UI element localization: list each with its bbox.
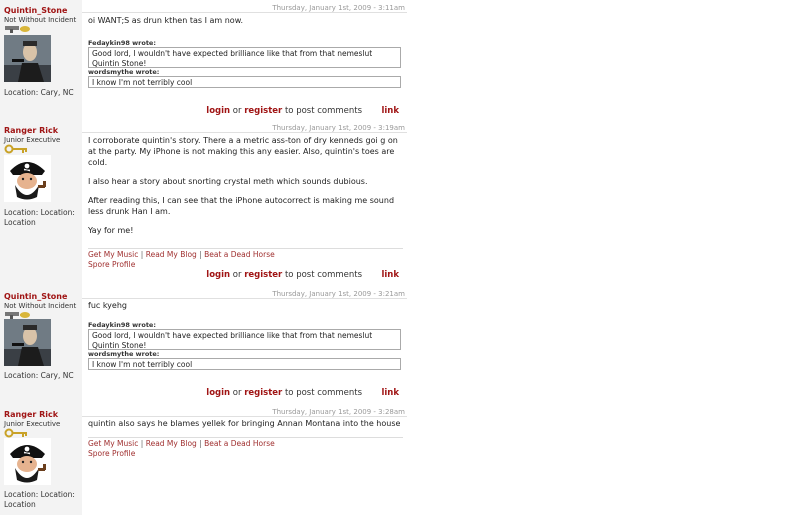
permalink[interactable]: link — [381, 270, 399, 280]
author-name[interactable]: Quintin_Stone — [4, 292, 67, 301]
quote-author: Fedaykin98 wrote: — [88, 39, 156, 47]
author-name[interactable]: Ranger Rick — [4, 126, 58, 135]
separator: | — [199, 439, 202, 448]
comment-post: Ranger Rick Junior Executive Location: L… — [0, 404, 407, 515]
separator: | — [140, 439, 144, 448]
post-date: Thursday, January 1st, 2009 - 3:19am — [272, 124, 405, 132]
quote-box: I know I'm not terribly cool — [88, 76, 401, 88]
post-actions: login or register to post comments link — [206, 388, 399, 398]
author-rank: Junior Executive — [4, 420, 61, 428]
author-name[interactable]: Ranger Rick — [4, 410, 58, 419]
quote-author: Fedaykin98 wrote: — [88, 321, 156, 329]
login-link[interactable]: login — [206, 270, 230, 280]
author-rank: Not Without Incident — [4, 16, 77, 24]
or-text: or — [232, 106, 242, 116]
register-link[interactable]: register — [244, 270, 282, 280]
post-content: Thursday, January 1st, 2009 - 3:21am fuc… — [82, 286, 407, 404]
post-body: fuc kyehg — [88, 300, 401, 319]
spore-profile-link[interactable]: Spore Profile — [88, 260, 135, 269]
signature: Get My Music | Read My Blog | Beat a Dea… — [88, 439, 275, 459]
comment-post: Quintin_Stone Not Without Incident Locat… — [0, 286, 407, 404]
get-my-music-link[interactable]: Get My Music — [88, 250, 138, 259]
gun-badge-icon — [5, 26, 30, 33]
key-badge-icon — [4, 144, 27, 154]
avatar — [4, 319, 51, 366]
divider — [82, 298, 407, 299]
pirate-avatar — [4, 438, 51, 485]
post-actions: login or register to post comments link — [206, 270, 399, 280]
post-text: fuc kyehg — [88, 301, 127, 310]
avatar — [4, 35, 51, 82]
post-text: oi WANT;S as drun kthen tas I am now. — [88, 16, 244, 25]
quote-box: Good lord, I wouldn't have expected bril… — [88, 329, 401, 350]
post-body: oi WANT;S as drun kthen tas I am now. — [88, 15, 401, 34]
key-badge-icon — [4, 428, 27, 438]
post-text: I corroborate quintin's story. There a a… — [88, 136, 398, 167]
post-text: I also hear a story about snorting cryst… — [88, 177, 368, 186]
read-my-blog-link[interactable]: Read My Blog — [146, 439, 197, 448]
post-text: After reading this, I can see that the i… — [88, 196, 395, 216]
author-rank: Junior Executive — [4, 136, 61, 144]
post-content: Thursday, January 1st, 2009 - 3:11am oi … — [82, 0, 407, 120]
author-location: Location: Cary, NC — [4, 88, 74, 97]
divider — [82, 416, 407, 417]
post-date: Thursday, January 1st, 2009 - 3:28am — [272, 408, 405, 416]
read-my-blog-link[interactable]: Read My Blog — [146, 250, 197, 259]
quote-author: wordsmythe wrote: — [88, 68, 160, 76]
post-content: Thursday, January 1st, 2009 - 3:28am qui… — [82, 404, 407, 515]
author-name[interactable]: Quintin_Stone — [4, 6, 67, 15]
author-sidebar: Ranger Rick Junior Executive Location: L… — [0, 404, 82, 515]
divider — [82, 132, 407, 133]
post-body: quintin also says he blames yellek for b… — [88, 418, 401, 437]
quote-box: Good lord, I wouldn't have expected bril… — [88, 47, 401, 68]
divider — [82, 12, 407, 13]
or-text: or — [232, 270, 242, 280]
login-link[interactable]: login — [206, 106, 230, 116]
author-sidebar: Quintin_Stone Not Without Incident Locat… — [0, 286, 82, 404]
comment-post: Ranger Rick Junior Executive Location: L… — [0, 120, 407, 286]
post-text: quintin also says he blames yellek for b… — [88, 419, 401, 428]
permalink[interactable]: link — [381, 106, 399, 116]
permalink[interactable]: link — [381, 388, 399, 398]
login-link[interactable]: login — [206, 388, 230, 398]
author-location: Location: Location: Location — [4, 490, 75, 509]
comment-thread: Quintin_Stone Not Without Incident Locat… — [0, 0, 407, 515]
post-comments-text: to post comments — [284, 270, 363, 280]
register-link[interactable]: register — [244, 106, 282, 116]
author-location: Location: Cary, NC — [4, 371, 74, 380]
post-content: Thursday, January 1st, 2009 - 3:19am I c… — [82, 120, 407, 286]
signature-divider — [88, 248, 403, 249]
spore-profile-link[interactable]: Spore Profile — [88, 449, 135, 458]
post-comments-text: to post comments — [284, 388, 363, 398]
post-body: I corroborate quintin's story. There a a… — [88, 135, 401, 244]
dead-horse-link[interactable]: Beat a Dead Horse — [204, 250, 275, 259]
author-sidebar: Ranger Rick Junior Executive Location: L… — [0, 120, 82, 286]
quote-author: wordsmythe wrote: — [88, 350, 160, 358]
signature-divider — [88, 437, 403, 438]
register-link[interactable]: register — [244, 388, 282, 398]
signature: Get My Music | Read My Blog | Beat a Dea… — [88, 250, 275, 270]
separator: | — [140, 250, 144, 259]
author-rank: Not Without Incident — [4, 302, 77, 310]
separator: | — [199, 250, 202, 259]
author-location: Location: Location: Location — [4, 208, 75, 227]
quote-box: I know I'm not terribly cool — [88, 358, 401, 370]
or-text: or — [232, 388, 242, 398]
post-actions: login or register to post comments link — [206, 106, 399, 116]
comment-post: Quintin_Stone Not Without Incident Locat… — [0, 0, 407, 120]
post-comments-text: to post comments — [284, 106, 363, 116]
get-my-music-link[interactable]: Get My Music — [88, 439, 138, 448]
post-date: Thursday, January 1st, 2009 - 3:11am — [272, 4, 405, 12]
pirate-avatar — [4, 155, 51, 202]
author-sidebar: Quintin_Stone Not Without Incident Locat… — [0, 0, 82, 120]
post-date: Thursday, January 1st, 2009 - 3:21am — [272, 290, 405, 298]
dead-horse-link[interactable]: Beat a Dead Horse — [204, 439, 275, 448]
post-text: Yay for me! — [88, 226, 134, 235]
